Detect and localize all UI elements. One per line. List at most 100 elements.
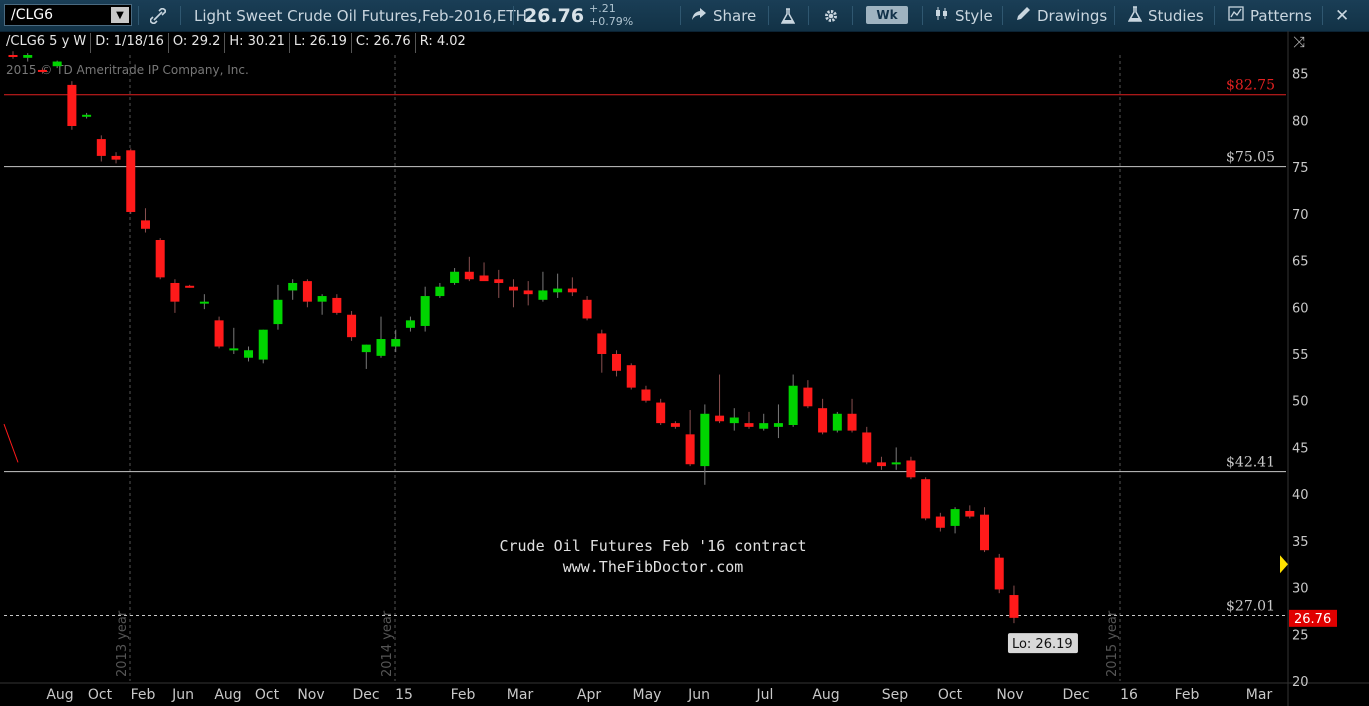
candle-body bbox=[361, 344, 371, 353]
price-tick-label: 25 bbox=[1292, 628, 1309, 643]
divider bbox=[768, 6, 769, 25]
patterns-icon bbox=[1228, 6, 1244, 25]
year-label: 2015 year bbox=[1105, 610, 1120, 677]
candle-body bbox=[317, 296, 327, 302]
candle-body bbox=[199, 301, 209, 304]
candle bbox=[921, 477, 931, 521]
patterns-button[interactable]: Patterns bbox=[1228, 0, 1312, 31]
year-label: 2013 year bbox=[115, 610, 130, 677]
chevron-down-icon[interactable]: ▼ bbox=[111, 7, 129, 23]
flask-icon[interactable] bbox=[781, 0, 795, 31]
time-tick-label: Apr bbox=[577, 687, 601, 703]
candle-body bbox=[185, 285, 195, 288]
aggregation-button[interactable]: Wk bbox=[866, 6, 908, 24]
candle bbox=[317, 294, 327, 315]
price-change: +.21 +0.79% bbox=[589, 2, 633, 28]
divider bbox=[1214, 6, 1215, 25]
price-tick-label: 20 bbox=[1292, 675, 1309, 690]
candle-body bbox=[52, 61, 62, 67]
candle bbox=[450, 268, 460, 285]
time-tick-label: Mar bbox=[1246, 687, 1273, 703]
candle-body bbox=[906, 460, 916, 478]
candle-body bbox=[832, 413, 842, 431]
candle bbox=[773, 404, 783, 439]
candle-body bbox=[553, 288, 563, 293]
candle bbox=[347, 311, 357, 341]
year-label: 2014 year bbox=[380, 610, 395, 677]
time-tick-label: Sep bbox=[882, 687, 909, 703]
candle-body bbox=[391, 339, 401, 347]
share-button[interactable]: Share bbox=[691, 0, 756, 31]
candle-body bbox=[773, 423, 783, 427]
price-tick-label: 50 bbox=[1292, 395, 1309, 410]
candle-body bbox=[347, 314, 357, 338]
candle bbox=[567, 277, 577, 297]
candle bbox=[700, 404, 710, 485]
candle-body bbox=[729, 417, 739, 424]
time-tick-label: 16 bbox=[1120, 687, 1138, 703]
price-axis[interactable]: 20 25 30 35 40 45 50 55 60 65 70 75 80 85 bbox=[1292, 68, 1309, 690]
candle bbox=[244, 346, 254, 362]
divider bbox=[180, 6, 181, 25]
share-label: Share bbox=[713, 6, 757, 25]
price-level-label: $75.05 bbox=[1226, 150, 1275, 166]
close-icon[interactable]: ✕ bbox=[1335, 0, 1349, 31]
candle-body bbox=[965, 510, 975, 517]
time-tick-label: Oct bbox=[255, 687, 280, 703]
studies-button[interactable]: Studies bbox=[1127, 0, 1204, 31]
candle bbox=[494, 269, 504, 298]
symbol-input[interactable]: /CLG6 bbox=[11, 7, 53, 23]
price-tick-label: 40 bbox=[1292, 488, 1309, 503]
candle-body bbox=[435, 286, 445, 297]
candle-body bbox=[376, 339, 386, 356]
candle-body bbox=[685, 434, 695, 465]
candle-body bbox=[759, 423, 769, 429]
link-icon[interactable] bbox=[150, 0, 166, 31]
time-tick-label: 15 bbox=[395, 687, 413, 703]
price-tick-label: 60 bbox=[1292, 301, 1309, 316]
candle-body bbox=[980, 514, 990, 551]
time-tick-label: Jun bbox=[687, 687, 710, 703]
candle-body bbox=[420, 296, 430, 326]
drawings-button[interactable]: Drawings bbox=[1016, 0, 1107, 31]
candle bbox=[37, 68, 47, 74]
candle-body bbox=[170, 282, 180, 302]
candle-body bbox=[803, 387, 813, 407]
time-axis[interactable]: Aug Oct Feb Jun Aug Oct Nov Dec 15 Feb Mar Apr May Ju… bbox=[46, 687, 1272, 703]
candle-body bbox=[847, 413, 857, 431]
price-tick-label: 35 bbox=[1292, 535, 1309, 550]
symbol-selector[interactable]: /CLG6 ▼ bbox=[4, 4, 132, 26]
candle-body bbox=[700, 413, 710, 467]
divider bbox=[680, 6, 681, 25]
candle-body bbox=[788, 385, 798, 425]
price-tick-label: 70 bbox=[1292, 208, 1309, 223]
candle-body bbox=[612, 353, 622, 371]
time-tick-label: Nov bbox=[996, 687, 1023, 703]
candles-icon bbox=[934, 6, 950, 25]
time-tick-label: Dec bbox=[1062, 687, 1089, 703]
pencil-icon bbox=[1016, 6, 1031, 25]
price-chart[interactable]: 2013 year 2014 year 2015 year $82.75 $75.05… bbox=[0, 31, 1369, 706]
symbol-description: Light Sweet Crude Oil Futures,Feb-2016,E… bbox=[194, 6, 527, 25]
price-tick-label: 85 bbox=[1292, 68, 1309, 83]
candle bbox=[82, 112, 92, 119]
candle-body bbox=[656, 402, 666, 424]
candle bbox=[935, 512, 945, 532]
candle-body bbox=[229, 348, 239, 351]
candle bbox=[111, 152, 121, 164]
style-button[interactable]: Style bbox=[934, 0, 993, 31]
candle bbox=[832, 411, 842, 433]
time-tick-label: Jul bbox=[756, 687, 774, 703]
candle-body bbox=[538, 290, 548, 300]
candle bbox=[479, 262, 489, 282]
candle bbox=[23, 53, 33, 62]
candle bbox=[670, 421, 680, 429]
candle bbox=[994, 553, 1004, 594]
price-level-label: $42.41 bbox=[1226, 455, 1275, 471]
annotations: 26.76 Lo: 26.19 Crude Oil Futures Feb '16 … bbox=[3, 423, 1337, 654]
share-icon bbox=[691, 7, 707, 25]
prior-trend-line bbox=[3, 423, 19, 463]
time-tick-label: Feb bbox=[131, 687, 156, 703]
gear-icon[interactable] bbox=[823, 0, 839, 31]
time-tick-label: Jun bbox=[171, 687, 194, 703]
